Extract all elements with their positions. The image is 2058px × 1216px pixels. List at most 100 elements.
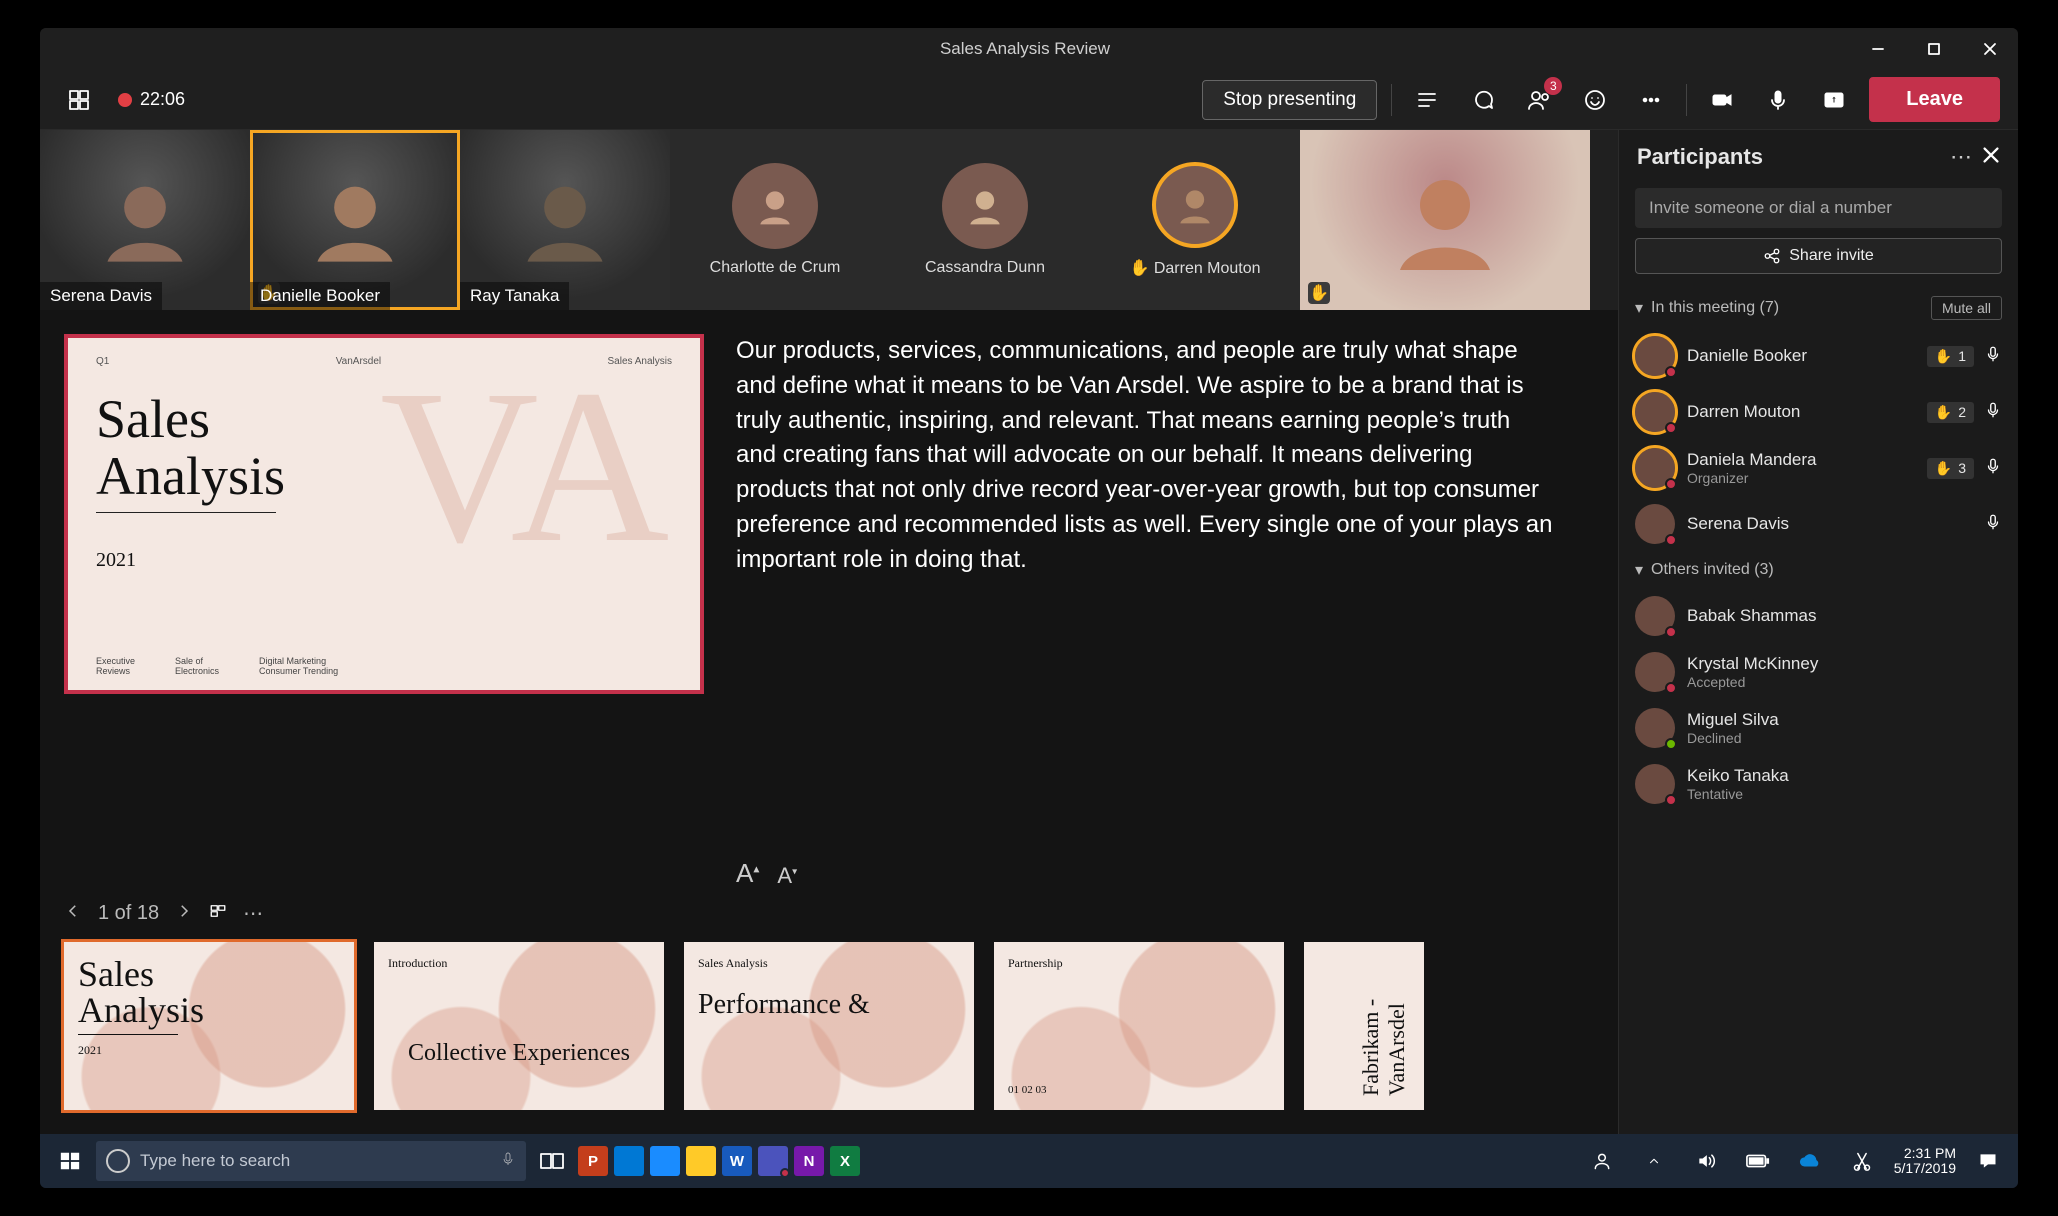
participants-close-icon[interactable]: [1982, 144, 2000, 170]
people-count-badge: 3: [1544, 77, 1562, 95]
notes-icon[interactable]: [1406, 79, 1448, 121]
speaker-notes: Our products, services, communications, …: [736, 334, 1556, 840]
participant-status: Declined: [1687, 730, 1779, 746]
avatar-icon: [1635, 392, 1675, 432]
search-mic-icon[interactable]: [500, 1151, 516, 1171]
mic-icon[interactable]: [1984, 513, 2002, 536]
onedrive-tray-icon[interactable]: [1790, 1141, 1830, 1181]
slide-more-button[interactable]: ⋯: [243, 901, 263, 926]
stop-presenting-button[interactable]: Stop presenting: [1202, 80, 1377, 120]
action-center-icon[interactable]: [1968, 1141, 2008, 1181]
mic-icon[interactable]: [1984, 401, 2002, 424]
slide-navigation: 1 of 18 ⋯: [64, 901, 1594, 926]
share-screen-button[interactable]: [1813, 79, 1855, 121]
video-tile[interactable]: Serena Davis: [40, 130, 250, 310]
grid-view-button[interactable]: [209, 902, 227, 926]
volume-tray-icon[interactable]: [1686, 1141, 1726, 1181]
slide-thumbnail[interactable]: Partnership 01 02 03: [994, 942, 1284, 1110]
participant-row[interactable]: Babak Shammas: [1619, 588, 2018, 644]
chat-icon[interactable]: [1462, 79, 1504, 121]
increase-font-button[interactable]: A▴: [736, 858, 759, 889]
video-tile[interactable]: ✋ Danielle Booker: [250, 130, 460, 310]
avatar-icon: [942, 163, 1028, 249]
mic-icon[interactable]: [1984, 345, 2002, 368]
video-tile-avatar[interactable]: Charlotte de Crum: [670, 130, 880, 310]
slide-thumbnail[interactable]: Introduction Collective Experiences: [374, 942, 664, 1110]
share-invite-button[interactable]: Share invite: [1635, 238, 2002, 274]
in-meeting-section-header[interactable]: ▾ In this meeting (7) Mute all: [1619, 288, 2018, 328]
slide-thumbnail[interactable]: Fabrikam - VanArsdel: [1304, 942, 1424, 1110]
video-tile[interactable]: Ray Tanaka: [460, 130, 670, 310]
cortana-icon: [106, 1149, 130, 1173]
participants-more-icon[interactable]: ⋯: [1950, 144, 1972, 170]
participant-name-label: Darren Mouton: [1154, 260, 1261, 277]
task-view-button[interactable]: [532, 1141, 572, 1181]
participant-row[interactable]: Danielle Booker ✋ 1: [1619, 328, 2018, 384]
decrease-font-button[interactable]: A▾: [777, 863, 797, 889]
reactions-icon[interactable]: [1574, 79, 1616, 121]
leave-button[interactable]: Leave: [1869, 77, 2000, 122]
participants-panel: Participants ⋯ Invite someone or dial a …: [1618, 130, 2018, 1134]
slide-thumbnails: SalesAnalysis 2021 Introduction Collecti…: [40, 934, 1618, 1134]
participant-row[interactable]: Serena Davis: [1619, 496, 2018, 552]
window-close-button[interactable]: [1962, 28, 2018, 70]
onenote-app-icon[interactable]: N: [794, 1146, 824, 1176]
camera-toggle-button[interactable]: [1701, 79, 1743, 121]
video-tile-avatar[interactable]: Cassandra Dunn: [880, 130, 1090, 310]
hand-order-badge: ✋ 1: [1927, 346, 1974, 367]
more-actions-icon[interactable]: [1630, 79, 1672, 121]
excel-app-icon[interactable]: X: [830, 1146, 860, 1176]
invite-input[interactable]: Invite someone or dial a number: [1635, 188, 2002, 228]
presenter-content: VA Q1 VanArsdel Sales Analysis SalesAnal…: [40, 310, 1618, 934]
mic-toggle-button[interactable]: [1757, 79, 1799, 121]
participant-name: Krystal McKinney: [1687, 654, 1818, 674]
avatar-icon: [1152, 162, 1238, 248]
prev-slide-button[interactable]: [64, 902, 82, 926]
teams-app-icon[interactable]: [758, 1146, 788, 1176]
powerpoint-app-icon[interactable]: P: [578, 1146, 608, 1176]
thumb-title: Introduction: [388, 956, 650, 971]
video-tile-avatar[interactable]: ✋ Darren Mouton: [1090, 130, 1300, 310]
edge-app-icon[interactable]: [650, 1146, 680, 1176]
tray-chevron-icon[interactable]: [1634, 1141, 1674, 1181]
thumb-side-text: Fabrikam - VanArsdel: [1358, 956, 1410, 1096]
mute-all-button[interactable]: Mute all: [1931, 296, 2002, 320]
raised-hand-icon: ✋: [1129, 260, 1149, 277]
thumb-footer: 01 02 03: [1008, 1084, 1047, 1096]
start-menu-button[interactable]: [50, 1141, 90, 1181]
participant-row[interactable]: Darren Mouton ✋ 2: [1619, 384, 2018, 440]
in-meeting-label: In this meeting (7): [1651, 299, 1779, 317]
current-slide[interactable]: VA Q1 VanArsdel Sales Analysis SalesAnal…: [64, 334, 704, 694]
layout-grid-button[interactable]: [58, 79, 100, 121]
video-tile[interactable]: ✋: [1300, 130, 1590, 310]
others-invited-label: Others invited (3): [1651, 561, 1774, 579]
taskbar-search-input[interactable]: Type here to search: [96, 1141, 526, 1181]
word-app-icon[interactable]: W: [722, 1146, 752, 1176]
people-tray-icon[interactable]: [1582, 1141, 1622, 1181]
participant-row[interactable]: Keiko Tanaka Tentative: [1619, 756, 2018, 812]
others-invited-section-header[interactable]: ▾ Others invited (3): [1619, 552, 2018, 588]
participant-name: Miguel Silva: [1687, 710, 1779, 730]
window-title: Sales Analysis Review: [200, 39, 1850, 59]
participant-row[interactable]: Miguel Silva Declined: [1619, 700, 2018, 756]
snip-tray-icon[interactable]: [1842, 1141, 1882, 1181]
participant-row[interactable]: Daniela Mandera Organizer ✋ 3: [1619, 440, 2018, 496]
slide-thumbnail[interactable]: Sales Analysis Performance &: [684, 942, 974, 1110]
participants-title: Participants: [1637, 144, 1940, 170]
participant-name-label: Ray Tanaka: [460, 282, 569, 310]
raised-hand-icon: ✋: [1308, 282, 1330, 304]
people-icon[interactable]: 3: [1518, 79, 1560, 121]
calendar-app-icon[interactable]: [614, 1146, 644, 1176]
battery-tray-icon[interactable]: [1738, 1141, 1778, 1181]
mic-icon[interactable]: [1984, 457, 2002, 480]
share-invite-label: Share invite: [1789, 247, 1874, 265]
file-explorer-icon[interactable]: [686, 1146, 716, 1176]
window-maximize-button[interactable]: [1906, 28, 1962, 70]
participant-row[interactable]: Krystal McKinney Accepted: [1619, 644, 2018, 700]
taskbar-clock[interactable]: 2:31 PM 5/17/2019: [1894, 1146, 1956, 1177]
slide-title: SalesAnalysis: [96, 391, 672, 504]
window-minimize-button[interactable]: [1850, 28, 1906, 70]
participant-name: Serena Davis: [1687, 514, 1789, 534]
next-slide-button[interactable]: [175, 902, 193, 926]
slide-thumbnail[interactable]: SalesAnalysis 2021: [64, 942, 354, 1110]
